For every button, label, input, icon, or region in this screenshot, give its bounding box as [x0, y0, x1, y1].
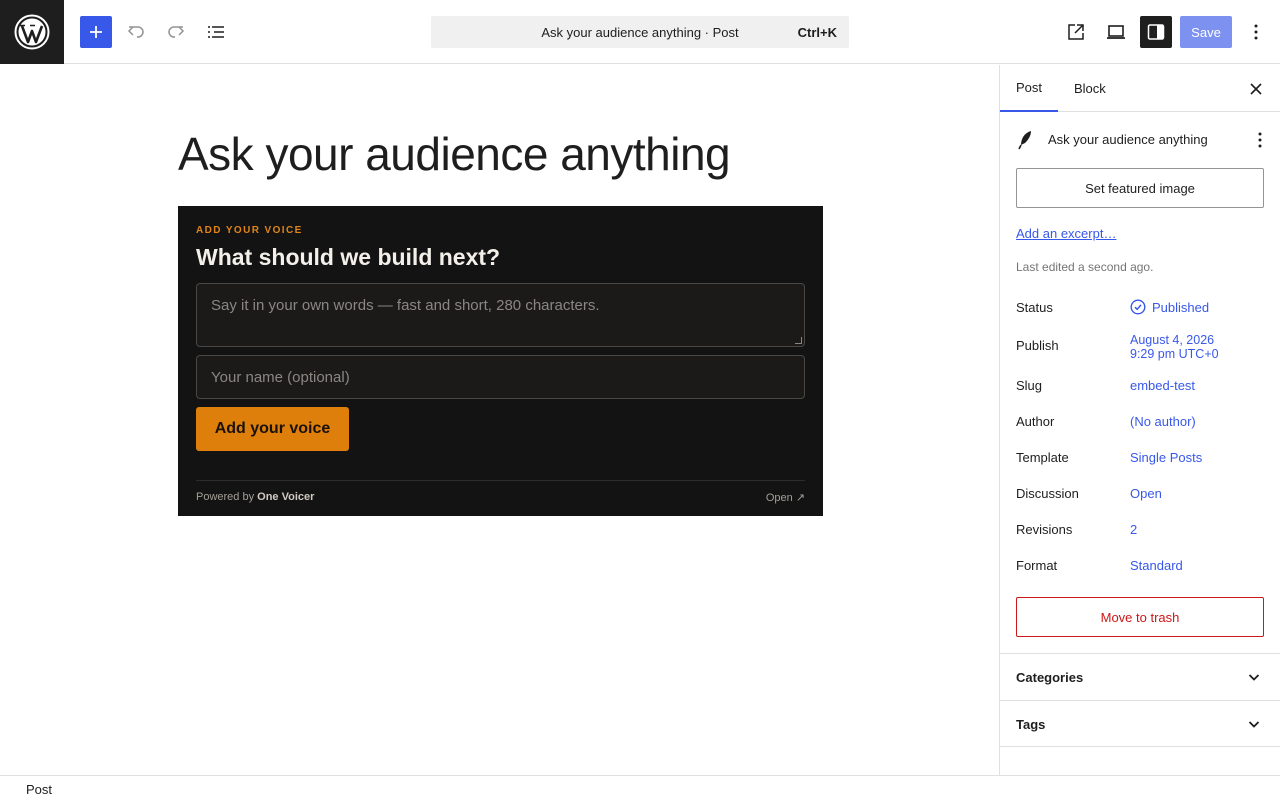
- last-edited-text: Last edited a second ago.: [1016, 260, 1154, 274]
- list-view-icon: [208, 26, 224, 38]
- name-input-placeholder: Your name (optional): [211, 369, 350, 386]
- post-actions-button[interactable]: [1250, 129, 1270, 156]
- redo-icon: [168, 26, 185, 38]
- list-view-button[interactable]: [200, 16, 232, 48]
- tags-panel-title: Tags: [1016, 717, 1046, 732]
- editor-header: Ask your audience anything · Post Ctrl+K…: [0, 0, 1280, 64]
- set-featured-image-button[interactable]: Set featured image: [1016, 168, 1264, 208]
- brand-name: One Voicer: [257, 491, 315, 503]
- document-title: Ask your audience anything · Post: [541, 25, 739, 40]
- command-palette-button[interactable]: Ask your audience anything · Post Ctrl+K: [431, 16, 849, 48]
- open-link[interactable]: Open ↗: [766, 491, 805, 504]
- discussion-label: Discussion: [1016, 486, 1079, 501]
- categories-panel-title: Categories: [1016, 670, 1084, 685]
- status-label: Status: [1016, 300, 1053, 315]
- one-voicer-embed[interactable]: ADD YOUR VOICE What should we build next…: [178, 206, 823, 516]
- template-value[interactable]: Single Posts: [1130, 450, 1202, 465]
- categories-panel-toggle[interactable]: Categories: [1000, 653, 1280, 700]
- external-link-icon: [1068, 24, 1084, 40]
- discussion-value[interactable]: Open: [1130, 486, 1162, 501]
- chevron-down-icon: [1248, 674, 1260, 681]
- slug-label: Slug: [1016, 378, 1043, 393]
- close-icon: [1250, 83, 1262, 95]
- sidebar-tabs: Post Block: [1000, 65, 1280, 112]
- author-label: Author: [1016, 414, 1055, 429]
- publish-date-value[interactable]: August 4, 2026 9:29 pm UTC+0: [1130, 333, 1219, 361]
- editor-canvas: Ask your audience anything ADD YOUR VOIC…: [0, 65, 999, 775]
- undo-button[interactable]: [120, 16, 152, 48]
- sidebar-settings-icon: [1147, 24, 1165, 40]
- voice-textarea[interactable]: Say it in your own words — fast and shor…: [196, 283, 805, 347]
- embed-question: What should we build next?: [196, 244, 501, 270]
- resize-handle[interactable]: [795, 337, 802, 344]
- publish-label: Publish: [1016, 338, 1059, 353]
- powered-by: Powered by One Voicer: [196, 491, 315, 503]
- tags-panel-toggle[interactable]: Tags: [1000, 700, 1280, 747]
- voice-textarea-placeholder: Say it in your own words — fast and shor…: [211, 297, 600, 314]
- view-post-button[interactable]: [1060, 16, 1092, 48]
- settings-toggle-button[interactable]: [1140, 16, 1172, 48]
- post-summary-header: Ask your audience anything: [1016, 129, 1266, 151]
- template-label: Template: [1016, 450, 1069, 465]
- plus-icon: [90, 26, 102, 38]
- revisions-label: Revisions: [1016, 522, 1073, 537]
- name-input[interactable]: Your name (optional): [196, 355, 805, 399]
- published-check-icon: [1130, 299, 1146, 315]
- move-to-trash-button[interactable]: Move to trash: [1016, 597, 1264, 637]
- device-preview-button[interactable]: [1100, 16, 1132, 48]
- slug-value[interactable]: embed-test: [1130, 378, 1195, 393]
- author-value[interactable]: (No author): [1130, 414, 1196, 429]
- add-block-button[interactable]: [80, 16, 112, 48]
- desktop-icon: [1107, 25, 1125, 39]
- more-vertical-icon: [1258, 132, 1262, 148]
- revisions-value[interactable]: 2: [1130, 522, 1137, 537]
- breadcrumb-post[interactable]: Post: [26, 782, 52, 797]
- options-button[interactable]: [1240, 16, 1272, 48]
- chevron-down-icon: [1248, 721, 1260, 728]
- keyboard-shortcut: Ctrl+K: [797, 25, 837, 40]
- add-excerpt-link[interactable]: Add an excerpt…: [1016, 226, 1116, 241]
- add-voice-button[interactable]: Add your voice: [196, 407, 349, 451]
- embed-footer: Powered by One Voicer Open ↗: [196, 480, 805, 516]
- format-label: Format: [1016, 558, 1058, 573]
- redo-button[interactable]: [160, 16, 192, 48]
- save-button[interactable]: Save: [1180, 16, 1232, 48]
- tab-block[interactable]: Block: [1074, 65, 1106, 112]
- post-feather-icon: [1018, 131, 1031, 150]
- embed-eyebrow: ADD YOUR VOICE: [196, 225, 303, 236]
- more-vertical-icon: [1254, 24, 1258, 40]
- format-value[interactable]: Standard: [1130, 558, 1183, 573]
- publish-row: Publish August 4, 2026 9:29 pm UTC+0: [1016, 333, 1266, 363]
- close-sidebar-button[interactable]: [1240, 73, 1272, 105]
- wordpress-logo-button[interactable]: [0, 0, 64, 64]
- post-summary-title: Ask your audience anything: [1048, 132, 1208, 147]
- status-value[interactable]: Published: [1130, 299, 1209, 315]
- tab-post[interactable]: Post: [1000, 65, 1058, 112]
- block-breadcrumb-bar: Post: [0, 775, 1280, 800]
- post-title[interactable]: Ask your audience anything: [178, 127, 731, 181]
- wordpress-icon: [14, 14, 50, 50]
- undo-icon: [127, 26, 144, 38]
- settings-sidebar: Post Block Ask your audience anything Se…: [999, 65, 1280, 775]
